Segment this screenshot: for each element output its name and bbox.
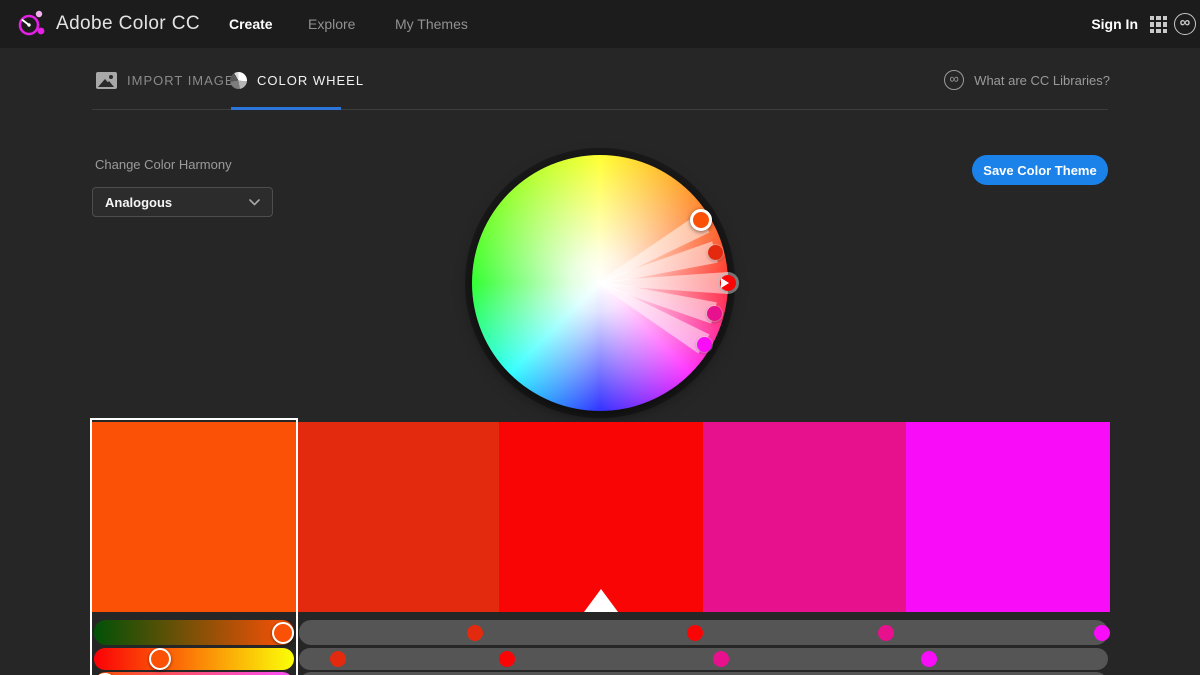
wheel-marker-3[interactable] [707,306,722,321]
chevron-down-icon [249,199,260,206]
wheel-marker-2-base[interactable] [720,275,736,291]
harmony-selected-value: Analogous [105,195,172,210]
tab-import-image[interactable]: IMPORT IMAGE [96,62,235,98]
slider-handle-g[interactable] [149,648,171,670]
swatch-0[interactable] [92,422,296,612]
slider-dot-g-3[interactable] [713,651,729,667]
swatch-4[interactable] [906,422,1110,612]
wheel-marker-4[interactable] [697,337,712,352]
harmony-dropdown[interactable]: Analogous [92,187,273,217]
slider-track-r-others[interactable] [299,620,1108,645]
swatch-3[interactable] [703,422,907,612]
slider-dot-r-2[interactable] [687,625,703,641]
top-bar: Adobe Color CC Create Explore My Themes … [0,0,1200,48]
base-color-indicator [584,589,618,612]
harmony-label: Change Color Harmony [95,157,232,172]
adobe-color-logo-icon [14,5,48,43]
color-wheel[interactable] [472,155,728,411]
adobe-color-app: Adobe Color CC Create Explore My Themes … [0,0,1200,675]
sign-in-button[interactable]: Sign In [1091,0,1138,48]
slider-track-g-others[interactable] [299,648,1108,670]
active-tab-underline [231,107,341,110]
wheel-marker-1[interactable] [708,245,723,260]
save-color-theme-button[interactable]: Save Color Theme [972,155,1108,185]
swatch-1[interactable] [296,422,500,612]
app-grid-icon[interactable] [1150,16,1167,33]
cc-libraries-label: What are CC Libraries? [974,73,1110,88]
image-icon [96,72,117,89]
cc-libraries-link[interactable]: ∞ What are CC Libraries? [944,62,1110,98]
swatch-2[interactable] [499,422,703,612]
slider-handle-r[interactable] [272,622,294,644]
brand[interactable]: Adobe Color CC [14,0,200,48]
slider-dot-r-1[interactable] [467,625,483,641]
brand-title: Adobe Color CC [56,13,200,35]
tab-color-wheel-label: COLOR WHEEL [257,73,364,88]
creative-cloud-icon[interactable]: ∞ [1174,13,1196,35]
slider-track-g-selected[interactable] [94,648,294,670]
slider-dot-r-3[interactable] [878,625,894,641]
color-wheel-icon [230,72,247,89]
nav-item-create[interactable]: Create [229,0,273,48]
tab-import-image-label: IMPORT IMAGE [127,73,235,88]
creative-cloud-icon: ∞ [944,70,964,90]
slider-track-r-selected[interactable] [94,620,294,645]
nav-item-explore[interactable]: Explore [308,0,355,48]
slider-dot-r-4[interactable] [1094,625,1110,641]
slider-dot-g-4[interactable] [921,651,937,667]
wheel-marker-0-selected[interactable] [690,209,712,231]
base-marker-arrow-icon [721,278,729,288]
nav-item-my-themes[interactable]: My Themes [395,0,468,48]
tab-color-wheel[interactable]: COLOR WHEEL [230,62,364,98]
